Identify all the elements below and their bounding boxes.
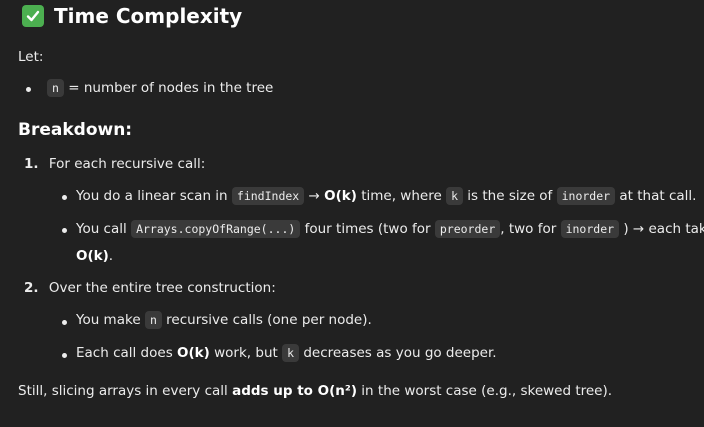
check-box-icon bbox=[22, 5, 44, 27]
conclusion: Still, slicing arrays in every call adds… bbox=[18, 383, 613, 399]
time-complexity-page: Time Complexity Let: n = number of nodes… bbox=[0, 0, 704, 427]
bullet-dot bbox=[62, 195, 67, 200]
step-1-bullet-2-cont: O(k). bbox=[76, 248, 114, 264]
code-preorder: preorder bbox=[434, 220, 501, 238]
step-2-bullet-1: You make n recursive calls (one per node… bbox=[76, 311, 372, 329]
code-n: n bbox=[144, 311, 162, 329]
step-1-bullet-1: You do a linear scan in findIndex → O(k)… bbox=[76, 187, 697, 205]
let-label: Let: bbox=[18, 49, 44, 65]
code-k: k bbox=[446, 187, 463, 205]
heading-title: Time Complexity bbox=[54, 4, 243, 28]
code-inorder: inorder bbox=[556, 187, 616, 205]
step-2-title: 2. Over the entire tree construction: bbox=[24, 280, 276, 296]
code-inorder: inorder bbox=[560, 220, 620, 238]
bullet-dot bbox=[26, 87, 31, 92]
code-k: k bbox=[282, 344, 300, 362]
code-findIndex: findIndex bbox=[231, 187, 305, 205]
let-item: n = number of nodes in the tree bbox=[47, 79, 273, 97]
step-1-title: 1. For each recursive call: bbox=[24, 156, 206, 172]
breakdown-heading: Breakdown: bbox=[18, 120, 133, 140]
bullet-dot bbox=[62, 320, 67, 325]
step-1-bullet-2: You call Arrays.copyOfRange(...) four ti… bbox=[76, 220, 704, 238]
bullet-dot bbox=[62, 228, 67, 233]
section-heading: Time Complexity bbox=[22, 4, 242, 28]
step-2-bullet-2: Each call does O(k) work, but k decrease… bbox=[76, 344, 497, 362]
bullet-dot bbox=[62, 353, 67, 358]
code-n: n bbox=[47, 79, 64, 97]
code-copyOfRange: Arrays.copyOfRange(...) bbox=[131, 220, 301, 238]
